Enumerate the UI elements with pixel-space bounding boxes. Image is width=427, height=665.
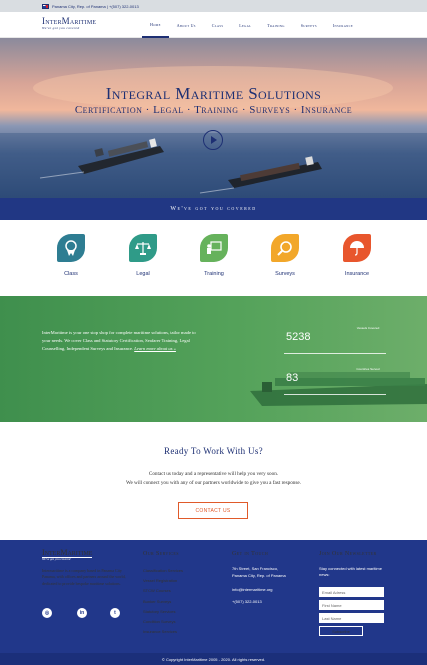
newsletter-email-input[interactable]: Email Adress bbox=[319, 587, 384, 597]
service-legal[interactable]: Legal bbox=[113, 234, 173, 277]
service-training[interactable]: Training bbox=[184, 234, 244, 277]
stat-vessels-label: Vessels Covered bbox=[356, 326, 380, 330]
stat-divider bbox=[284, 353, 386, 354]
about-stats-section bbox=[0, 296, 427, 422]
linkedin-icon[interactable]: in bbox=[77, 608, 87, 618]
footer-phone-link[interactable]: +(507) 322-0013 bbox=[232, 599, 262, 604]
stat-divider bbox=[284, 394, 386, 395]
main-nav: Home About Us Class Legal Training Surve… bbox=[142, 12, 361, 38]
panama-flag-icon bbox=[42, 3, 49, 9]
footer-address: 7th Street, San Francisco, Panama City, … bbox=[232, 566, 286, 578]
nav-insurance[interactable]: Insurance bbox=[325, 12, 361, 38]
covered-band: We've got you covered bbox=[0, 198, 427, 220]
service-label: Class bbox=[64, 271, 78, 277]
newsletter-first-name-input[interactable]: First Name bbox=[319, 600, 384, 610]
footer-services-list: Classification Services Vessel Registrat… bbox=[143, 566, 183, 637]
instagram-icon[interactable]: ◎ bbox=[42, 608, 52, 618]
contact-us-button[interactable]: CONTACT US bbox=[178, 502, 248, 519]
phone-link[interactable]: +(507) 322-0013 bbox=[109, 4, 139, 9]
service-label: Insurance bbox=[344, 271, 370, 277]
twitter-icon[interactable]: t bbox=[110, 608, 120, 618]
logo-tagline: We've got you covered bbox=[42, 26, 80, 30]
newsletter-text: Stay connected with latest maritime news… bbox=[319, 566, 382, 578]
scales-icon bbox=[129, 234, 157, 262]
nav-home[interactable]: Home bbox=[142, 12, 169, 38]
hero-title: Integral Maritime Solutions bbox=[105, 84, 322, 103]
newsletter-last-name-input[interactable]: Last Name bbox=[319, 613, 384, 623]
footer-service-link[interactable]: Statutory Services bbox=[143, 607, 183, 617]
stat-countries-value: 83 bbox=[286, 372, 299, 384]
footer-service-link[interactable]: Classification Services bbox=[143, 566, 183, 576]
cta-title: Ready To Work With Us? bbox=[164, 446, 263, 456]
service-label: Legal bbox=[136, 271, 150, 277]
footer-email-link[interactable]: info@intermaritime.org bbox=[232, 587, 273, 592]
service-class[interactable]: Class bbox=[41, 234, 101, 277]
footer-about-text: Intermaritime is a company based in Pana… bbox=[42, 568, 126, 586]
nav-legal[interactable]: Legal bbox=[231, 12, 259, 38]
container-ship-image bbox=[250, 372, 427, 406]
copyright-bar: © Copyright InterMaritime 2005 - 2020. A… bbox=[0, 653, 427, 665]
service-label: Surveys bbox=[275, 271, 295, 277]
site-logo[interactable]: InterMaritime bbox=[42, 16, 96, 26]
learn-more-link[interactable]: Learn more about us » bbox=[134, 346, 176, 351]
service-label: Training bbox=[204, 271, 224, 277]
nav-surveys[interactable]: Surveys bbox=[293, 12, 325, 38]
cta-line-1: Contact us today and a representative wi… bbox=[148, 471, 279, 477]
footer-contact-title: Get in Touch bbox=[232, 551, 269, 557]
nav-class[interactable]: Class bbox=[204, 12, 232, 38]
footer-newsletter-title: Join Our Newsletter bbox=[319, 551, 377, 557]
hero-ships-image bbox=[0, 66, 427, 198]
footer-service-link[interactable]: Vessel Registration bbox=[143, 576, 183, 586]
about-blurb: InterMaritime is your one stop shop for … bbox=[42, 329, 202, 354]
nav-training[interactable]: Training bbox=[259, 12, 293, 38]
cta-line-2: We will connect you with any of our part… bbox=[125, 480, 302, 486]
umbrella-icon bbox=[343, 234, 371, 262]
footer-service-link[interactable]: Condition Surveys bbox=[143, 617, 183, 627]
magnifier-icon bbox=[271, 234, 299, 262]
stat-vessels-value: 5238 bbox=[286, 331, 311, 343]
location-text: Panama City, Rep. of Panama bbox=[52, 3, 106, 9]
presentation-icon bbox=[200, 234, 228, 262]
footer-services-title: Our Services bbox=[143, 551, 179, 557]
stat-countries-label: Countries Served bbox=[356, 367, 380, 371]
top-info-bar: Panama City, Rep. of Panama | +(507) 322… bbox=[0, 0, 427, 12]
service-insurance[interactable]: Insurance bbox=[327, 234, 387, 277]
hero-banner bbox=[0, 38, 427, 198]
nav-about-us[interactable]: About Us bbox=[169, 12, 204, 38]
service-surveys[interactable]: Surveys bbox=[255, 234, 315, 277]
play-video-icon[interactable] bbox=[203, 130, 223, 150]
certificate-icon bbox=[57, 234, 85, 262]
footer-tagline: We've got you covered bbox=[42, 557, 71, 561]
footer-service-link[interactable]: STCW Courses bbox=[143, 586, 183, 596]
footer-service-link[interactable]: Insurance Services bbox=[143, 627, 183, 637]
subscribe-button[interactable]: Subscribe bbox=[319, 626, 363, 636]
footer-service-link[interactable]: Bunker Surveys bbox=[143, 597, 183, 607]
hero-subtitle: Certification · Legal · Training · Surve… bbox=[74, 104, 353, 116]
